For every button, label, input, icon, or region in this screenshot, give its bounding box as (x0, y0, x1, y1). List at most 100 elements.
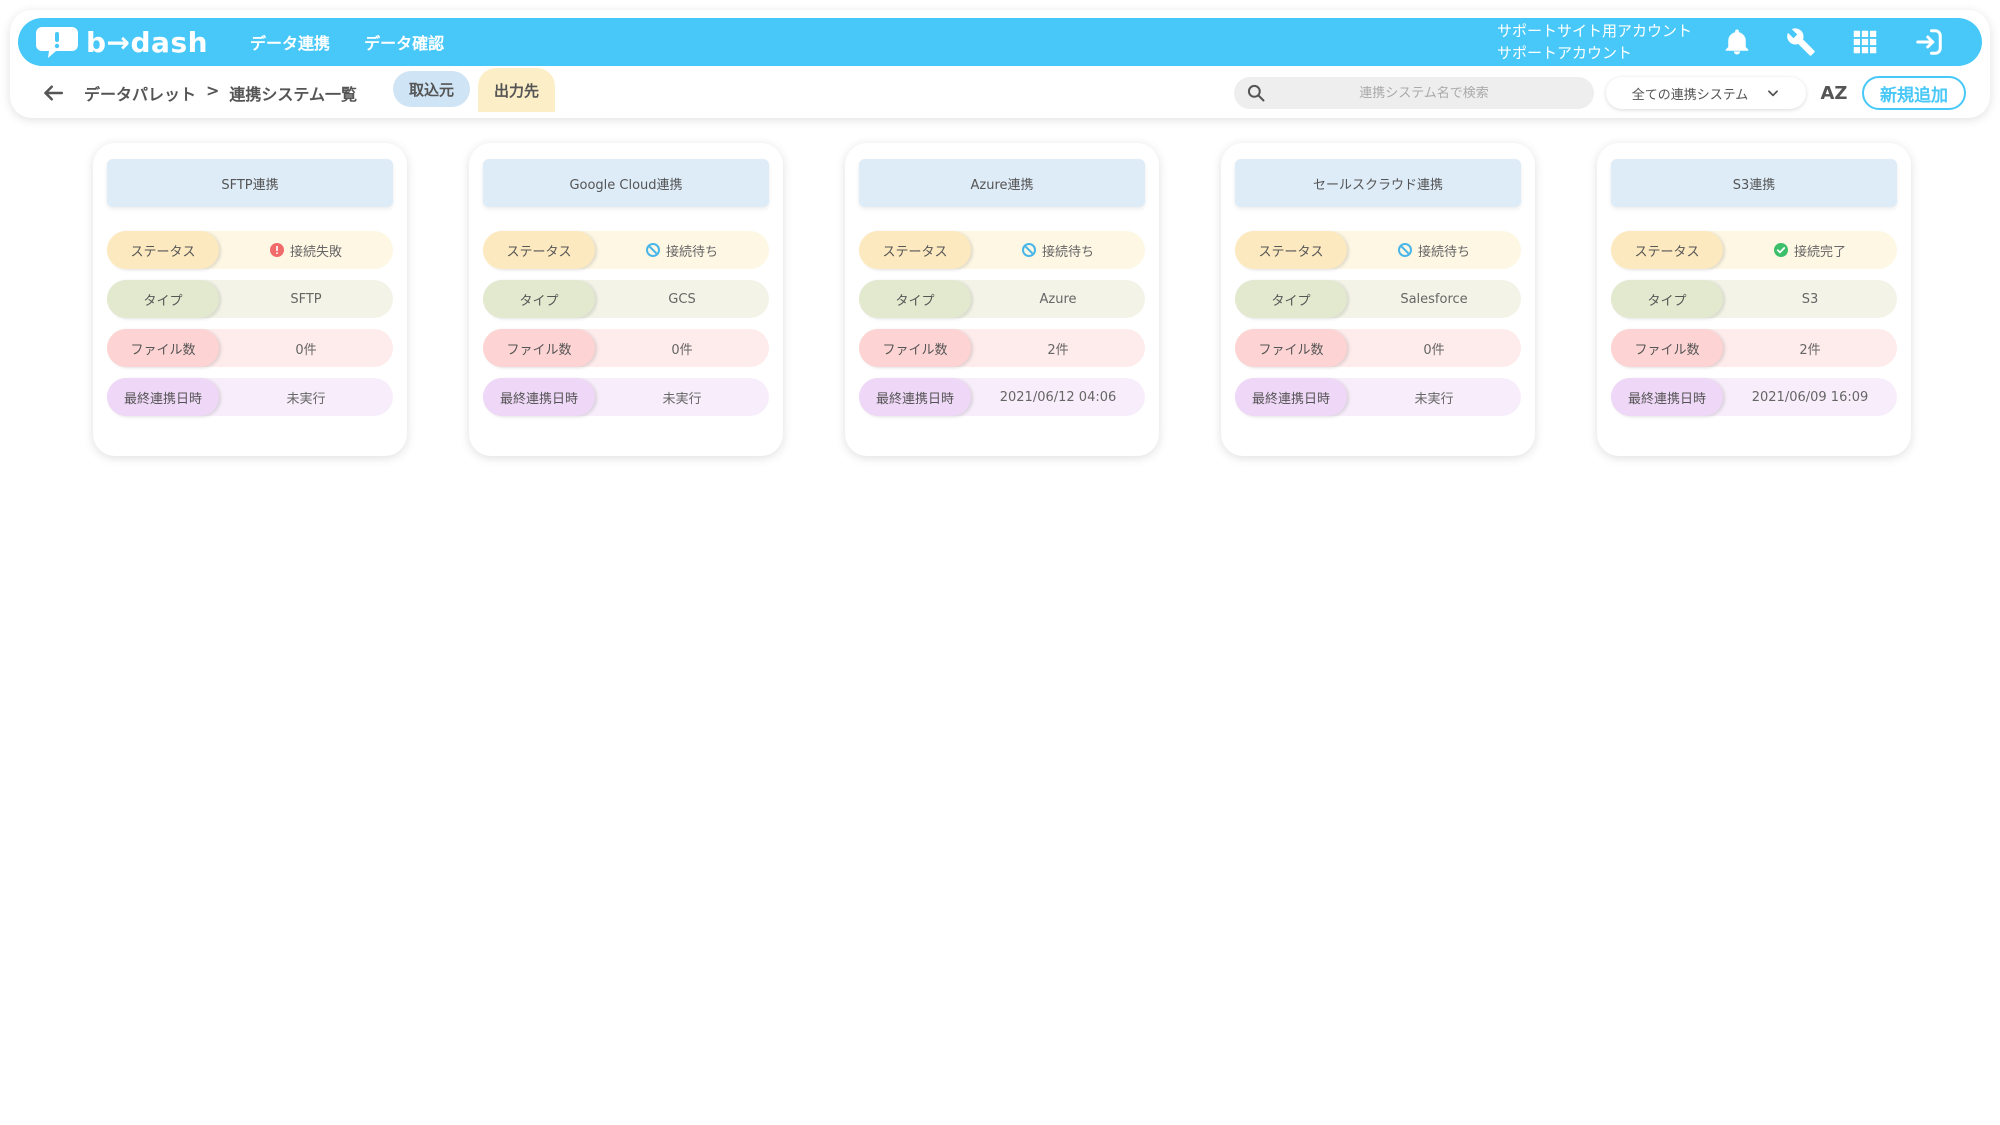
last-sync-label: 最終連携日時 (1235, 378, 1347, 416)
breadcrumb-data-palette[interactable]: データパレット (84, 81, 196, 105)
card-title: S3連携 (1611, 159, 1897, 207)
status-value: 接続待ち (595, 241, 769, 260)
status-value: 接続待ち (1347, 241, 1521, 260)
type-value: S3 (1801, 291, 1819, 307)
breadcrumb-separator: > (206, 81, 220, 100)
status-label: ステータス (1235, 231, 1347, 269)
breadcrumb: データパレット > 連携システム一覧 (84, 81, 357, 105)
last-sync-value: 2021/06/09 16:09 (1751, 389, 1869, 405)
logo-text: b→dash (86, 25, 209, 59)
search-box (1234, 77, 1594, 109)
grid-icon[interactable] (1850, 27, 1880, 57)
last-sync-row: 最終連携日時 未実行 (1235, 378, 1521, 416)
integration-card[interactable]: Azure連携 ステータス 接続待ち タイプ Azure ファイル数 2件 最終… (845, 143, 1159, 456)
integration-card[interactable]: S3連携 ステータス 接続完了 タイプ S3 ファイル数 2件 最終連携日時 2… (1597, 143, 1911, 456)
check-status-icon (1773, 243, 1788, 257)
card-title: Google Cloud連携 (483, 159, 769, 207)
status-label: ステータス (483, 231, 595, 269)
status-value: 接続待ち (971, 241, 1145, 260)
status-text: 接続失敗 (289, 244, 342, 260)
add-new-button[interactable]: 新規追加 (1862, 76, 1966, 110)
status-text: 接続待ち (665, 244, 718, 260)
system-filter-select[interactable]: 全ての連携システム (1606, 77, 1806, 109)
logo[interactable]: b→dash (36, 25, 208, 59)
file-count-row: ファイル数 2件 (1611, 329, 1897, 367)
card-title: セールスクラウド連携 (1235, 159, 1521, 207)
type-label: タイプ (107, 280, 219, 318)
account-site-name: サポートサイト用アカウント (1496, 22, 1692, 40)
top-icons (1722, 27, 1944, 57)
type-value: SFTP (290, 291, 322, 307)
integration-card[interactable]: セールスクラウド連携 ステータス 接続待ち タイプ Salesforce ファイ… (1221, 143, 1535, 456)
type-row: タイプ Salesforce (1235, 280, 1521, 318)
type-row: タイプ Azure (859, 280, 1145, 318)
file-count-label: ファイル数 (1235, 329, 1347, 367)
nav-data-integration[interactable]: データ連携 (250, 30, 330, 54)
direction-tabs: 取込元 出力先 (392, 68, 555, 112)
logout-icon[interactable] (1914, 27, 1944, 57)
file-count-row: ファイル数 0件 (107, 329, 393, 367)
type-value: Salesforce (1400, 291, 1468, 307)
last-sync-value: 未実行 (1414, 391, 1454, 407)
wrench-icon[interactable] (1786, 27, 1816, 57)
filter-selected-value: 全ての連携システム (1631, 87, 1749, 103)
sort-az-icon[interactable]: AZ (1820, 79, 1848, 107)
bell-icon[interactable] (1722, 27, 1752, 57)
search-input[interactable] (1266, 85, 1582, 101)
back-arrow-icon[interactable] (38, 78, 68, 108)
waiting-status-icon (645, 243, 660, 257)
last-sync-row: 最終連携日時 2021/06/09 16:09 (1611, 378, 1897, 416)
type-row: タイプ S3 (1611, 280, 1897, 318)
account-info[interactable]: サポートサイト用アカウント サポートアカウント (1497, 20, 1692, 64)
last-sync-value: 未実行 (662, 391, 702, 407)
last-sync-row: 最終連携日時 未実行 (483, 378, 769, 416)
last-sync-label: 最終連携日時 (1611, 378, 1723, 416)
file-count-row: ファイル数 2件 (859, 329, 1145, 367)
file-count-label: ファイル数 (859, 329, 971, 367)
waiting-status-icon (1397, 243, 1412, 257)
type-value: Azure (1039, 291, 1077, 307)
type-value: GCS (668, 291, 696, 307)
logo-speech-bubble-icon (36, 25, 78, 59)
top-navigation-bar: b→dash データ連携 データ確認 サポートサイト用アカウント サポートアカウ… (18, 18, 1982, 66)
status-label: ステータス (859, 231, 971, 269)
file-count-row: ファイル数 0件 (483, 329, 769, 367)
error-status-icon (269, 243, 284, 257)
status-row: ステータス 接続待ち (1235, 231, 1521, 269)
status-row: ステータス 接続失敗 (107, 231, 393, 269)
last-sync-row: 最終連携日時 未実行 (107, 378, 393, 416)
file-count-row: ファイル数 0件 (1235, 329, 1521, 367)
sub-toolbar: データパレット > 連携システム一覧 取込元 出力先 全ての連携システム AZ … (18, 68, 1982, 112)
status-label: ステータス (1611, 231, 1723, 269)
file-count-value: 0件 (1423, 342, 1445, 358)
tab-output-destination[interactable]: 出力先 (477, 68, 555, 112)
status-text: 接続待ち (1041, 244, 1094, 260)
nav-data-check[interactable]: データ確認 (364, 30, 444, 54)
card-title: SFTP連携 (107, 159, 393, 207)
file-count-label: ファイル数 (107, 329, 219, 367)
last-sync-row: 最終連携日時 2021/06/12 04:06 (859, 378, 1145, 416)
type-label: タイプ (859, 280, 971, 318)
file-count-label: ファイル数 (1611, 329, 1723, 367)
file-count-label: ファイル数 (483, 329, 595, 367)
integration-card[interactable]: Google Cloud連携 ステータス 接続待ち タイプ GCS ファイル数 … (469, 143, 783, 456)
file-count-value: 0件 (295, 342, 317, 358)
tab-import-source[interactable]: 取込元 (392, 71, 470, 107)
type-label: タイプ (1235, 280, 1347, 318)
integration-card[interactable]: SFTP連携 ステータス 接続失敗 タイプ SFTP ファイル数 0件 最終連携… (93, 143, 407, 456)
type-row: タイプ SFTP (107, 280, 393, 318)
last-sync-value: 未実行 (286, 391, 326, 407)
chevron-down-icon (1766, 86, 1780, 100)
account-name: サポートアカウント (1496, 44, 1632, 62)
status-value: 接続失敗 (219, 241, 393, 260)
status-text: 接続待ち (1417, 244, 1470, 260)
last-sync-value: 2021/06/12 04:06 (999, 389, 1117, 405)
type-label: タイプ (1611, 280, 1723, 318)
file-count-value: 2件 (1799, 342, 1821, 358)
last-sync-label: 最終連携日時 (483, 378, 595, 416)
status-row: ステータス 接続完了 (1611, 231, 1897, 269)
last-sync-label: 最終連携日時 (859, 378, 971, 416)
card-title: Azure連携 (859, 159, 1145, 207)
type-label: タイプ (483, 280, 595, 318)
status-value: 接続完了 (1723, 241, 1897, 260)
